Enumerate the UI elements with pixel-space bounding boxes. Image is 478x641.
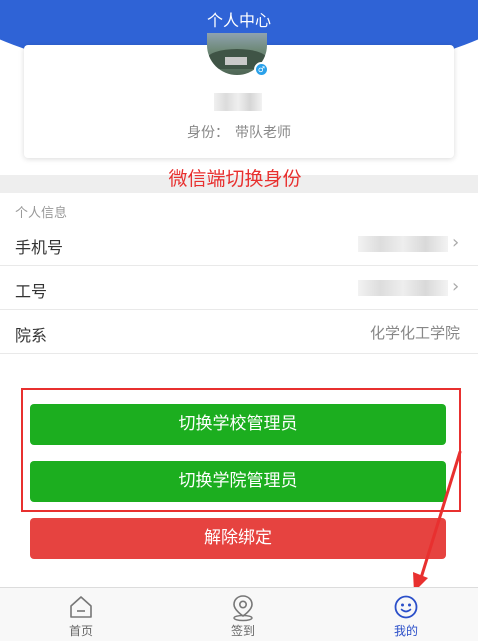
- smile-icon: [394, 595, 418, 619]
- tab-checkin[interactable]: 签到: [203, 588, 283, 641]
- tab-home[interactable]: 首页: [41, 588, 121, 641]
- tab-label: 我的: [393, 624, 418, 638]
- bottom-tab-bar: 首页 签到 我的: [0, 587, 478, 641]
- tab-label: 首页: [68, 624, 93, 638]
- tab-label: 签到: [230, 624, 255, 638]
- annotation-arrow: [413, 450, 462, 592]
- location-icon: [233, 595, 253, 622]
- tab-mine[interactable]: 我的: [366, 588, 446, 641]
- home-icon: [70, 596, 92, 618]
